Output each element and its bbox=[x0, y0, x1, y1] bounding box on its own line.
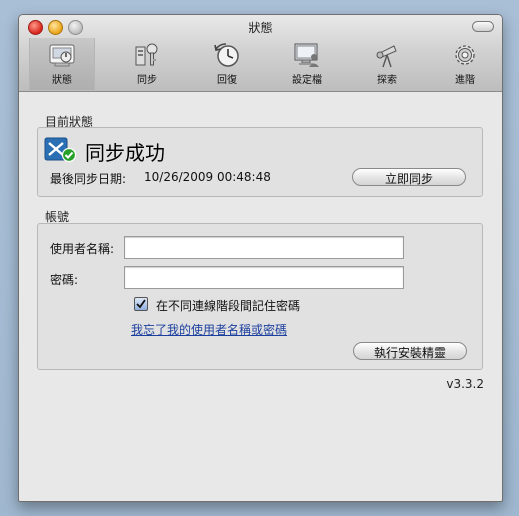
tab-discover[interactable]: 探索 bbox=[355, 38, 419, 90]
tab-advanced[interactable]: 進階 bbox=[433, 38, 497, 90]
sync-status-headline: 同步成功 bbox=[85, 141, 165, 165]
tab-profile-label: 設定檔 bbox=[292, 75, 322, 86]
advanced-gear-icon bbox=[455, 45, 475, 65]
account-group: 使用者名稱: 密碼: 在不同連線階段間記住密碼 我忘了我的使用者名稱或密碼 執行… bbox=[37, 223, 483, 370]
tab-sync-label: 同步 bbox=[137, 75, 157, 86]
password-input[interactable] bbox=[124, 266, 404, 289]
app-window: 狀態 狀態 同步 回復 設定檔 探索 進階 目前狀態 同步成功 最後同步日期: … bbox=[18, 14, 503, 502]
tab-status[interactable]: 狀態 bbox=[29, 38, 95, 90]
toolbar-toggle-button[interactable] bbox=[472, 21, 494, 32]
username-input[interactable] bbox=[124, 236, 404, 259]
run-setup-wizard-button[interactable]: 執行安裝精靈 bbox=[353, 342, 467, 360]
tab-sync[interactable]: 同步 bbox=[115, 38, 179, 90]
restore-icon bbox=[214, 43, 239, 67]
last-sync-value: 10/26/2009 00:48:48 bbox=[144, 170, 271, 184]
title-bar: 狀態 狀態 同步 回復 設定檔 探索 進階 bbox=[19, 15, 502, 92]
tab-advanced-label: 進階 bbox=[455, 75, 475, 86]
remember-password-label: 在不同連線階段間記住密碼 bbox=[156, 299, 301, 313]
tab-restore-label: 回復 bbox=[217, 75, 237, 86]
forgot-credentials-link[interactable]: 我忘了我的使用者名稱或密碼 bbox=[131, 321, 287, 338]
remember-password-checkbox[interactable] bbox=[134, 297, 148, 311]
tab-profile[interactable]: 設定檔 bbox=[275, 38, 339, 90]
window-title: 狀態 bbox=[248, 21, 273, 35]
status-group: 同步成功 最後同步日期: 10/26/2009 00:48:48 立即同步 bbox=[37, 127, 483, 197]
checkmark-icon bbox=[136, 299, 146, 309]
last-sync-label: 最後同步日期: bbox=[50, 172, 127, 186]
username-label: 使用者名稱: bbox=[50, 242, 115, 256]
version-label: v3.3.2 bbox=[446, 377, 484, 391]
status-icon bbox=[49, 44, 75, 67]
discover-icon bbox=[376, 45, 397, 68]
profile-icon bbox=[294, 43, 319, 67]
toolbar: 狀態 同步 回復 設定檔 探索 進階 bbox=[25, 38, 495, 90]
sync-status-icon bbox=[44, 137, 76, 163]
tab-restore[interactable]: 回復 bbox=[195, 38, 259, 90]
tab-discover-label: 探索 bbox=[377, 75, 397, 86]
password-label: 密碼: bbox=[50, 273, 79, 287]
tab-status-label: 狀態 bbox=[52, 75, 72, 86]
sync-icon bbox=[135, 43, 158, 66]
sync-now-button[interactable]: 立即同步 bbox=[352, 168, 466, 186]
